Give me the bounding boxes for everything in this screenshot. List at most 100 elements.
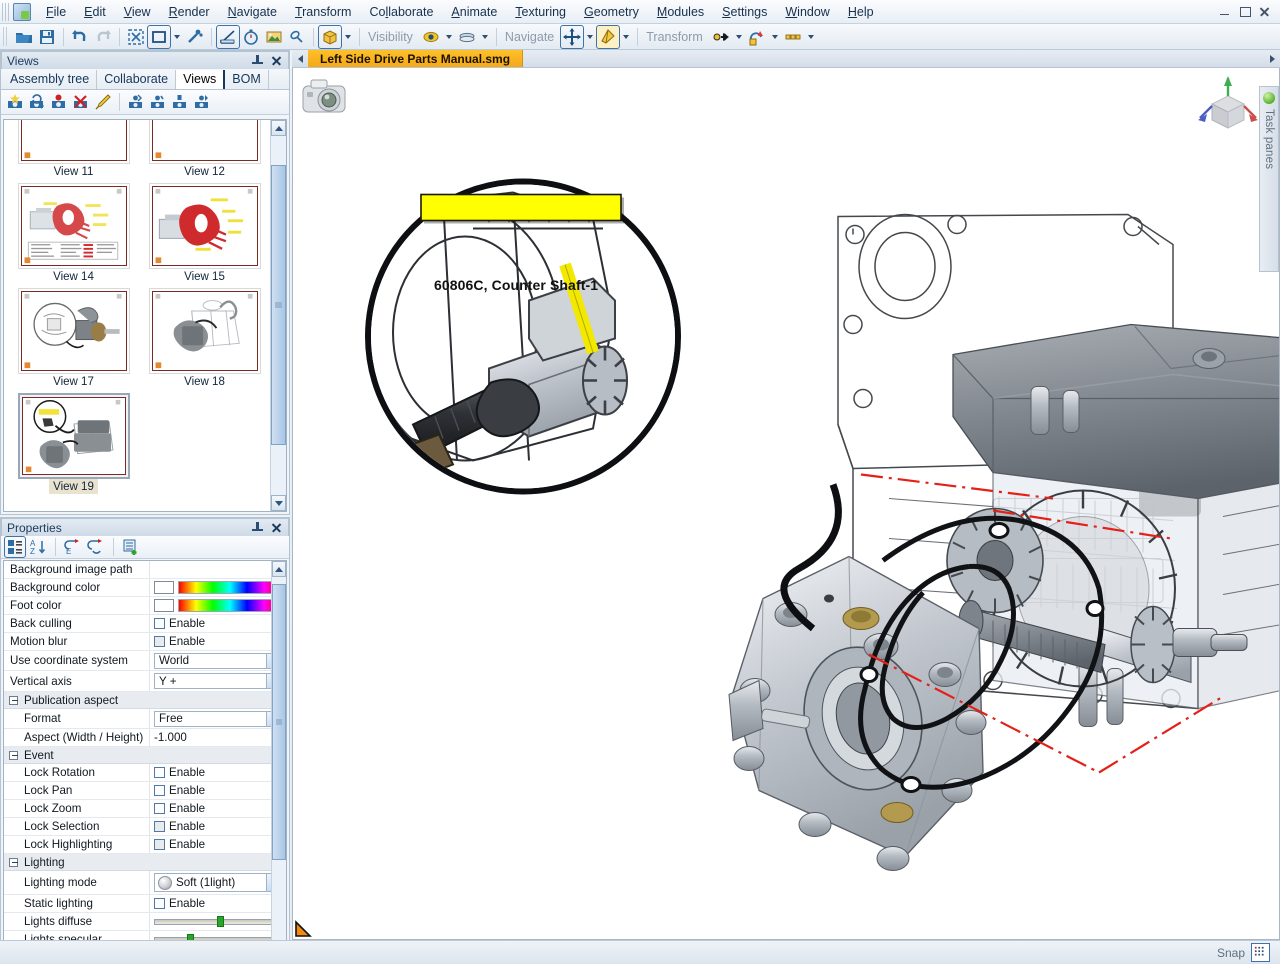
property-row-lock-selection[interactable]: Lock Selection Enable [4,818,286,836]
checkbox[interactable] [154,803,165,814]
property-value[interactable]: Free [149,709,286,728]
tab-views[interactable]: Views [176,70,226,89]
color-swatch[interactable] [154,599,174,612]
fly-through-icon[interactable] [596,24,621,49]
property-row-lock-highlighting[interactable]: Lock Highlighting Enable [4,836,286,854]
menu-item-texturing[interactable]: Texturing [506,2,575,22]
layers-caret-icon[interactable] [479,26,491,48]
menu-item-edit[interactable]: Edit [75,2,115,22]
checkbox[interactable] [154,767,165,778]
list-item[interactable]: View 18 [141,288,268,389]
property-value[interactable]: Enable [149,800,286,817]
translate-icon[interactable] [710,26,732,48]
view-first-icon[interactable] [126,92,146,112]
navigation-cube-icon[interactable] [1197,74,1259,136]
vertical-axis-dropdown[interactable]: Y + [154,673,283,689]
record-view-icon[interactable] [49,92,69,112]
view-thumbnail[interactable] [148,183,261,269]
undo-arrow-icon[interactable] [69,26,91,48]
camera-icon[interactable] [301,76,347,116]
property-group-lighting[interactable]: Lighting [4,854,286,871]
publish-box-icon[interactable] [318,24,342,49]
align-caret-icon[interactable] [805,26,817,48]
property-row-background-image-path[interactable]: Background image path [4,561,286,579]
property-row-lighting-mode[interactable]: Lighting mode Soft (1light) [4,871,286,895]
property-row-lock-zoom[interactable]: Lock Zoom Enable [4,800,286,818]
properties-scroll-track[interactable] [272,577,286,944]
property-row-background-color[interactable]: Background color [4,579,286,597]
view-last-icon[interactable] [192,92,212,112]
property-value[interactable]: Enable [149,633,286,650]
translate-caret-icon[interactable] [733,26,745,48]
view-next-icon[interactable] [170,92,190,112]
scroll-up-button[interactable] [271,120,286,136]
property-row-lock-rotation[interactable]: Lock Rotation Enable [4,764,286,782]
tab-bom[interactable]: BOM [225,70,269,89]
eye-icon[interactable] [420,26,442,48]
view-thumbnail[interactable] [148,120,261,164]
views-scrollbar[interactable] [270,120,286,511]
list-item[interactable]: View 19 [10,393,137,494]
tab-collaborate[interactable]: Collaborate [97,70,177,89]
view-thumbnail[interactable] [17,288,130,374]
magic-wand-icon[interactable] [184,26,206,48]
property-row-use-coordinate-system[interactable]: Use coordinate system World [4,651,286,671]
add-property-icon[interactable] [121,537,141,557]
close-icon[interactable] [271,522,282,534]
view-thumbnail[interactable] [17,183,130,269]
align-icon[interactable] [782,26,804,48]
menu-item-modules[interactable]: Modules [648,2,713,22]
list-item[interactable]: View 15 [141,183,268,284]
property-row-motion-blur[interactable]: Motion blur Enable [4,633,286,651]
menu-item-transform[interactable]: Transform [286,2,361,22]
list-item[interactable]: View 12 [141,120,268,179]
properties-scroll-thumb[interactable] [272,584,286,860]
fly-caret-icon[interactable] [620,26,632,48]
paint-brush-icon[interactable] [93,92,113,112]
property-group-publication-aspect[interactable]: Publication aspect [4,692,286,709]
list-item[interactable]: View 11 [10,120,137,179]
rectangle-select-icon[interactable] [147,24,171,49]
format-dropdown[interactable]: Free [154,710,283,727]
property-value[interactable]: Enable [149,615,286,632]
property-value[interactable]: Enable [149,818,286,835]
document-tab[interactable]: Left Side Drive Parts Manual.smg [308,50,524,67]
menu-item-settings[interactable]: Settings [713,2,776,22]
property-row-lights-diffuse[interactable]: Lights diffuse [4,913,286,931]
property-value[interactable]: Enable [149,895,286,912]
list-item[interactable]: View 14 [10,183,137,284]
slider-knob[interactable] [217,916,224,927]
menu-gripper[interactable] [2,2,10,21]
property-value[interactable] [149,597,286,614]
eye-caret-icon[interactable] [443,26,455,48]
property-row-format[interactable]: Format Free [4,709,286,729]
restore-button[interactable] [1238,5,1251,18]
rotate-caret-icon[interactable] [769,26,781,48]
menu-item-collaborate[interactable]: Collaborate [360,2,442,22]
checkbox[interactable] [154,839,165,850]
update-view-icon[interactable] [27,92,47,112]
task-panes-tab[interactable]: Task panes [1259,86,1279,272]
collapse-toggle-icon[interactable] [9,750,18,760]
collapse-toggle-icon[interactable] [9,857,18,867]
image-icon[interactable] [263,26,285,48]
menu-item-help[interactable]: Help [839,2,883,22]
layers-icon[interactable] [456,26,478,48]
link-icon[interactable] [286,26,308,48]
pin-icon[interactable] [252,54,263,67]
collapse-toggle-icon[interactable] [9,695,18,705]
property-row-aspect-ratio[interactable]: Aspect (Width / Height) -1.000 [4,729,286,747]
menu-item-navigate[interactable]: Navigate [219,2,286,22]
property-value[interactable] [149,579,286,596]
color-spectrum-bar[interactable] [178,581,282,594]
menu-item-animate[interactable]: Animate [442,2,506,22]
list-item[interactable]: View 17 [10,288,137,389]
snap-grid-icon[interactable] [1251,943,1270,962]
checkbox[interactable] [154,821,165,832]
view-thumbnail[interactable] [148,288,261,374]
property-value[interactable] [149,561,286,578]
color-spectrum-bar[interactable] [178,599,282,612]
views-scroll-track[interactable] [271,136,286,495]
property-row-static-lighting[interactable]: Static lighting Enable [4,895,286,913]
property-group-event[interactable]: Event [4,747,286,764]
